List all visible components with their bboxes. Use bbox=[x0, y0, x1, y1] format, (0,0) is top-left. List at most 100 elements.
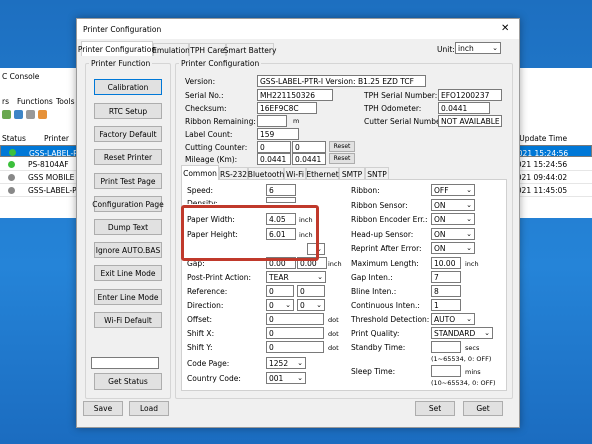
shift-y-field[interactable]: 0 bbox=[266, 341, 324, 353]
ignore-autobas-button[interactable]: Ignore AUTO.BAS bbox=[94, 242, 162, 258]
tab-printer-configuration[interactable]: Printer Configuration bbox=[78, 41, 156, 56]
offset-label: Offset: bbox=[187, 315, 213, 324]
density-field[interactable] bbox=[266, 197, 296, 203]
reprint-select[interactable]: ON ⌄ bbox=[431, 242, 475, 254]
toolbar-icon[interactable] bbox=[38, 110, 47, 119]
sleep-time-range: (10~65534, 0: OFF) bbox=[431, 379, 496, 387]
reset-cutting-button[interactable]: Reset bbox=[329, 141, 355, 152]
standby-time-field[interactable] bbox=[431, 341, 461, 353]
offset-unit: dot bbox=[328, 316, 339, 324]
post-print-action-label: Post-Print Action: bbox=[187, 273, 252, 282]
get-button[interactable]: Get bbox=[463, 401, 503, 416]
checksum-field[interactable]: 16EF9C8C bbox=[257, 102, 317, 114]
reset-printer-button[interactable]: Reset Printer bbox=[94, 149, 162, 165]
load-button[interactable]: Load bbox=[129, 401, 169, 416]
sleep-time-label: Sleep Time: bbox=[351, 367, 396, 376]
toolbar-icon[interactable] bbox=[14, 110, 23, 119]
direction-select[interactable]: 0 ⌄ bbox=[266, 299, 294, 311]
console-menu-file[interactable]: rs bbox=[2, 97, 9, 106]
gap-inten-field[interactable]: 7 bbox=[431, 271, 461, 283]
col-printer[interactable]: Printer bbox=[44, 134, 69, 143]
tph-odometer-field[interactable]: 0.0441 bbox=[438, 102, 490, 114]
paper-size-highlight bbox=[181, 205, 319, 261]
rtc-setup-button[interactable]: RTC Setup bbox=[94, 103, 162, 119]
tph-serial-field[interactable]: EFO1200237 bbox=[438, 89, 502, 101]
cutting-counter-field[interactable]: 0 bbox=[257, 141, 291, 153]
continuous-inten-field[interactable]: 1 bbox=[431, 299, 461, 311]
print-quality-select[interactable]: STANDARD ⌄ bbox=[431, 327, 493, 339]
ribbon-encoder-label: Ribbon Encoder Err.: bbox=[351, 215, 428, 224]
title-bar: Printer Configuration ✕ bbox=[77, 19, 519, 39]
print-quality-label: Print Quality: bbox=[351, 329, 400, 338]
console-menu-functions[interactable]: Functions bbox=[17, 97, 53, 106]
shift-y-unit: dot bbox=[328, 344, 339, 352]
reset-mileage-button[interactable]: Reset bbox=[329, 153, 355, 164]
mileage-field-2[interactable]: 0.0441 bbox=[292, 153, 326, 165]
dump-text-button[interactable]: Dump Text bbox=[94, 219, 162, 235]
mileage-label: Mileage (Km): bbox=[185, 155, 238, 164]
ribbon-select[interactable]: OFF ⌄ bbox=[431, 184, 475, 196]
tab-emulation[interactable]: Emulation bbox=[152, 43, 190, 56]
sleep-time-field[interactable] bbox=[431, 365, 461, 377]
col-status[interactable]: Status bbox=[2, 134, 26, 143]
label-count-field[interactable]: 159 bbox=[257, 128, 299, 140]
code-page-select[interactable]: 1252 ⌄ bbox=[266, 357, 306, 369]
toolbar-icon[interactable] bbox=[26, 110, 35, 119]
shift-x-field[interactable]: 0 bbox=[266, 327, 324, 339]
calibration-button[interactable]: Calibration bbox=[94, 79, 162, 95]
toolbar-icon[interactable] bbox=[2, 110, 11, 119]
close-icon[interactable]: ✕ bbox=[501, 23, 509, 34]
post-print-action-select[interactable]: TEAR ⌄ bbox=[266, 271, 326, 283]
offset-field[interactable]: 0 bbox=[266, 313, 324, 325]
chevron-down-icon: ⌄ bbox=[317, 273, 323, 281]
tab-tph-care[interactable]: TPH Care bbox=[189, 43, 226, 56]
printer-configuration-title: Printer Configuration bbox=[179, 59, 262, 68]
ribbon-encoder-select[interactable]: ON ⌄ bbox=[431, 213, 475, 225]
speed-field[interactable]: 6 bbox=[266, 184, 296, 196]
cutter-serial-field[interactable]: NOT AVAILABLE bbox=[438, 115, 502, 127]
ribbon-remaining-label: Ribbon Remaining: bbox=[185, 117, 256, 126]
maximum-length-field[interactable]: 10.00 bbox=[431, 257, 461, 269]
exit-line-mode-button[interactable]: Exit Line Mode bbox=[94, 265, 162, 281]
tab-smart-battery[interactable]: Smart Battery bbox=[224, 43, 276, 56]
serial-field[interactable]: MH221150326 bbox=[257, 89, 333, 101]
print-test-page-button[interactable]: Print Test Page bbox=[94, 173, 162, 189]
save-button[interactable]: Save bbox=[83, 401, 123, 416]
tph-serial-label: TPH Serial Number: bbox=[364, 91, 438, 100]
set-button[interactable]: Set bbox=[415, 401, 455, 416]
unit-select[interactable]: inch ⌄ bbox=[455, 42, 501, 54]
enter-line-mode-button[interactable]: Enter Line Mode bbox=[94, 289, 162, 305]
reference-y-field[interactable]: 0 bbox=[297, 285, 325, 297]
console-menu-tools[interactable]: Tools bbox=[56, 97, 74, 106]
ribbon-sensor-select[interactable]: ON ⌄ bbox=[431, 199, 475, 211]
cutting-counter-field-2[interactable]: 0 bbox=[292, 141, 326, 153]
head-up-sensor-select[interactable]: ON ⌄ bbox=[431, 228, 475, 240]
threshold-select[interactable]: AUTO ⌄ bbox=[431, 313, 475, 325]
chevron-down-icon: ⌄ bbox=[466, 315, 472, 323]
gap-inten-label: Gap Inten.: bbox=[351, 273, 393, 282]
sleep-time-unit: mins bbox=[465, 368, 481, 376]
country-code-select[interactable]: 001 ⌄ bbox=[266, 372, 306, 384]
mileage-field[interactable]: 0.0441 bbox=[257, 153, 291, 165]
version-field[interactable]: GSS-LABEL-PTR-I Version: B1.25 EZD TCF bbox=[257, 75, 426, 87]
checksum-label: Checksum: bbox=[185, 104, 227, 113]
mirror-select[interactable]: 0 ⌄ bbox=[297, 299, 325, 311]
ribbon-remaining-field[interactable] bbox=[257, 115, 287, 127]
wifi-default-button[interactable]: Wi-Fi Default bbox=[94, 312, 162, 328]
status-field[interactable] bbox=[91, 357, 159, 369]
printer-status-icon bbox=[8, 174, 15, 181]
chevron-down-icon: ⌄ bbox=[466, 186, 472, 194]
reference-x-field[interactable]: 0 bbox=[266, 285, 294, 297]
configuration-page-button[interactable]: Configuration Page bbox=[92, 196, 164, 212]
standby-time-range: (1~65534, 0: OFF) bbox=[431, 355, 492, 363]
chevron-down-icon: ⌄ bbox=[466, 215, 472, 223]
printer-configuration-dialog: Printer Configuration ✕ Printer Configur… bbox=[76, 18, 520, 428]
get-status-button[interactable]: Get Status bbox=[94, 373, 162, 390]
printer-time: 2021 15:24:56 bbox=[512, 160, 568, 169]
tab-common[interactable]: Common bbox=[181, 165, 219, 180]
factory-default-button[interactable]: Factory Default bbox=[94, 126, 162, 142]
printer-time: 2021 15:24:56 bbox=[513, 149, 569, 157]
printer-function-title: Printer Function bbox=[89, 59, 153, 68]
bline-inten-field[interactable]: 8 bbox=[431, 285, 461, 297]
threshold-label: Threshold Detection: bbox=[351, 315, 430, 324]
